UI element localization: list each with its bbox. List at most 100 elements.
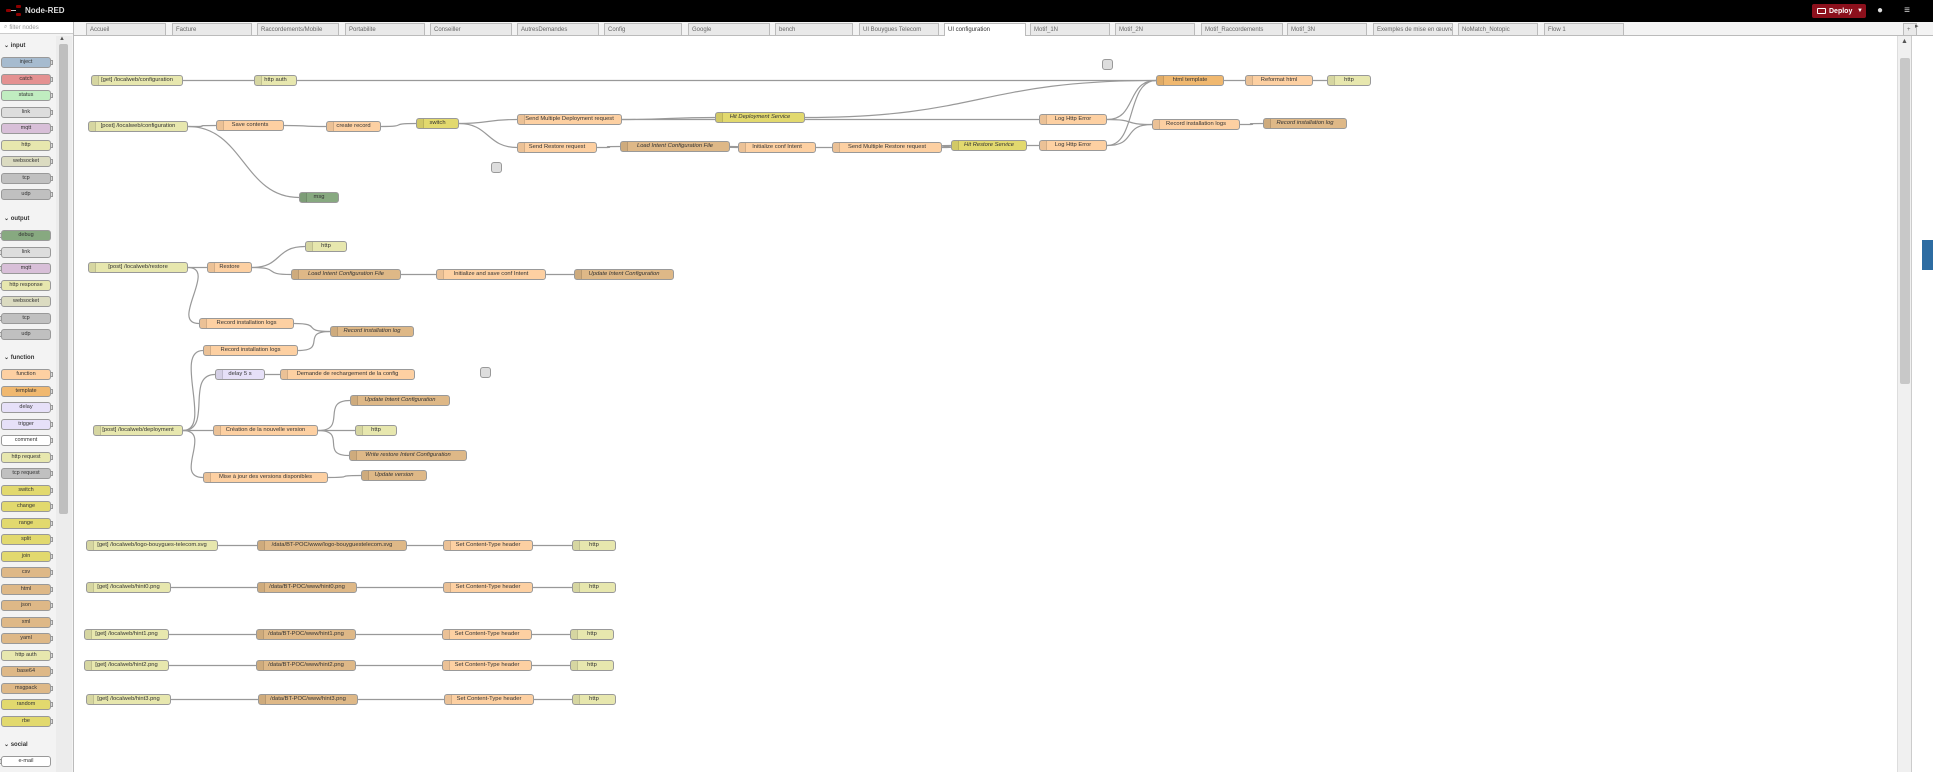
palette-node-function[interactable]: function (1, 369, 53, 380)
palette-node-http-request[interactable]: http request (1, 451, 53, 463)
flow-node-n42[interactable]: Set Content-Type header (443, 540, 533, 551)
flow-node-n35[interactable]: Création de la nouvelle version (213, 425, 318, 436)
category-input[interactable]: ⌄ input (4, 42, 25, 49)
wire-21[interactable] (1106, 123, 1153, 147)
palette-node-base64[interactable]: base64 (1, 666, 53, 677)
category-output[interactable]: ⌄ output (4, 215, 29, 222)
palette-node-join[interactable]: join (1, 550, 53, 562)
flow-node-n26[interactable]: Initialize and save conf Intent (436, 269, 546, 280)
tab-motif-2n[interactable]: Motif_2N (1115, 23, 1195, 35)
flow-node-n7[interactable]: Save contents (216, 120, 284, 131)
palette-node-udp[interactable]: udp (0, 329, 51, 340)
palette-node-http[interactable]: http (1, 139, 53, 151)
flow-canvas[interactable]: [get] /localweb/configuration http auth ht… (75, 36, 1897, 772)
wire-5[interactable] (187, 125, 300, 199)
flow-node-n13[interactable]: Record installation logs (1152, 119, 1240, 130)
flow-node-n6[interactable]: [post] /localweb/configuration (88, 121, 188, 132)
flow-node-n45[interactable]: /data/BT-POC/www/hint0.png (257, 582, 357, 593)
palette-node-split[interactable]: split (1, 534, 53, 545)
deploy-button[interactable]: Deploy ▼ (1812, 4, 1866, 18)
flow-node-n48[interactable]: [get] /localweb/hint1.png (84, 629, 169, 640)
palette-node-tcp-request[interactable]: tcp request (1, 468, 53, 479)
flow-node-n1[interactable]: [get] /localweb/configuration (91, 75, 183, 86)
link-node-0[interactable] (1102, 59, 1113, 70)
palette-node-websocket[interactable]: websocket (1, 156, 53, 167)
flow-node-n30[interactable]: Record installation logs (203, 345, 298, 356)
flow-node-n51[interactable]: http (570, 629, 614, 640)
flow-node-n5[interactable]: http (1327, 75, 1371, 86)
flow-node-n15[interactable]: Send Restore request (517, 142, 597, 153)
tab-nomatch-notopic[interactable]: NoMatch_Notopic (1458, 23, 1538, 35)
flow-node-n29[interactable]: Record installation log (330, 326, 414, 337)
scroll-up-icon[interactable]: ▲ (59, 36, 65, 42)
flow-node-n54[interactable]: Set Content-Type header (442, 660, 532, 671)
palette-node-http-auth[interactable]: http auth (1, 649, 53, 661)
flow-node-n3[interactable]: html template (1156, 75, 1224, 86)
tab-motif-1n[interactable]: Motif_1N (1030, 23, 1110, 35)
flow-node-n9[interactable]: switch (416, 118, 459, 129)
palette-node-switch[interactable]: switch (1, 484, 53, 496)
wire-33[interactable] (182, 429, 204, 479)
wire-31[interactable] (182, 373, 216, 432)
palette-node-http-response[interactable]: http response (0, 279, 51, 291)
flow-node-n49[interactable]: /data/BT-POC/www/hint1.png (256, 629, 356, 640)
palette-node-csv[interactable]: csv (1, 567, 53, 578)
flow-node-n21[interactable]: msg (299, 192, 339, 203)
flow-node-n38[interactable]: Mise à jour des versions disponibles (203, 472, 328, 483)
palette-node-mqtt[interactable]: mqtt (1, 123, 53, 134)
flow-node-n12[interactable]: Log Http Error (1039, 114, 1107, 125)
tab-motif-raccordements[interactable]: Motif_Raccordements (1201, 23, 1283, 35)
wire-12[interactable] (804, 79, 1157, 119)
flow-node-n43[interactable]: http (572, 540, 616, 551)
tab-ui-bouygues-telecom[interactable]: UI Bouygues Telecom (859, 23, 939, 35)
flow-node-n17[interactable]: Initialize conf Intent (738, 142, 816, 153)
tab-autresdemandes[interactable]: AutresDemandes (517, 23, 599, 35)
palette-node-msgpack[interactable]: msgpack (1, 682, 53, 694)
flow-node-n46[interactable]: Set Content-Type header (443, 582, 533, 593)
flow-node-n56[interactable]: [get] /localweb/hint3.png (86, 694, 171, 705)
palette-node-change[interactable]: change (1, 501, 53, 512)
wire-29[interactable] (293, 322, 331, 333)
palette-node-json[interactable]: json (1, 600, 53, 611)
category-social[interactable]: ⌄ social (4, 741, 28, 748)
palette-node-tcp[interactable]: tcp (0, 312, 51, 324)
tab-motif-3n[interactable]: Motif_3N (1287, 23, 1367, 35)
canvas-vertical-scrollbar[interactable]: ▲ (1897, 36, 1911, 772)
flow-node-n23[interactable]: Restore (207, 262, 252, 273)
flow-node-n37[interactable]: Write restore Intent Configuration (349, 450, 467, 461)
flow-node-n32[interactable]: Demande de rechargement de la config (280, 369, 415, 380)
flow-node-n44[interactable]: [get] /localweb/hint0.png (86, 582, 171, 593)
link-node-2[interactable] (480, 367, 491, 378)
flow-node-n31[interactable]: delay 5 s (215, 369, 265, 380)
wire-8[interactable] (458, 118, 518, 125)
wire-7[interactable] (380, 122, 417, 128)
tab-google[interactable]: Google (688, 23, 770, 35)
flow-node-n14[interactable]: Record installation log (1263, 118, 1347, 129)
palette-node-link[interactable]: link (1, 106, 53, 118)
sidebar-toggle-tab[interactable] (1922, 240, 1933, 270)
wire-22[interactable] (1106, 79, 1157, 147)
wire-6[interactable] (283, 124, 327, 128)
tab-config[interactable]: Config (604, 23, 682, 35)
palette-node-tcp[interactable]: tcp (1, 172, 53, 184)
user-icon[interactable]: ● (1873, 4, 1887, 18)
flow-node-n58[interactable]: Set Content-Type header (444, 694, 534, 705)
tab-scroll-right-icon[interactable]: ▸ (1915, 22, 1919, 30)
flow-node-n52[interactable]: [get] /localweb/hint2.png (84, 660, 169, 671)
link-node-1[interactable] (491, 162, 502, 173)
wire-15[interactable] (1239, 122, 1264, 126)
palette-node-delay[interactable]: delay (1, 402, 53, 413)
wire-25[interactable] (251, 245, 306, 269)
tab-portabilite[interactable]: Portabilite (345, 23, 425, 35)
tab-conseiller[interactable]: Conseiller (430, 23, 512, 35)
tab-bench[interactable]: bench (775, 23, 853, 35)
flow-node-n39[interactable]: Update version (361, 470, 427, 481)
flow-node-n19[interactable]: Hit Restore Service (951, 140, 1027, 151)
wire-36[interactable] (317, 399, 351, 432)
flow-node-n47[interactable]: http (572, 582, 616, 593)
tab-exemples-de-mise-en-uvre[interactable]: Exemples de mise en œuvre (1373, 23, 1453, 35)
wire-26[interactable] (251, 266, 292, 276)
tab-facture[interactable]: Facture (172, 23, 252, 35)
flow-node-n18[interactable]: Send Multiple Restore request (832, 142, 942, 153)
flow-node-n22[interactable]: [post] /localweb/restore (88, 262, 188, 273)
